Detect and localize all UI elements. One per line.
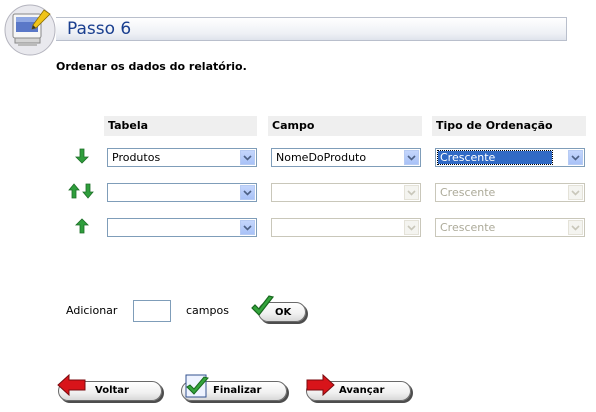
order-select-3[interactable]: Crescente bbox=[435, 218, 585, 237]
finish-button[interactable]: Finalizar bbox=[181, 374, 287, 401]
chevron-down-icon[interactable] bbox=[240, 220, 255, 235]
add-fields-label: Adicionar bbox=[66, 304, 118, 317]
checkmark-icon bbox=[249, 294, 275, 323]
chevron-down-icon[interactable] bbox=[568, 220, 583, 235]
field-select-3[interactable] bbox=[271, 218, 421, 237]
page-title: Passo 6 bbox=[67, 19, 132, 39]
column-header-table: Tabela bbox=[104, 116, 257, 136]
order-select-1-value: Crescente bbox=[437, 150, 553, 165]
chevron-down-icon[interactable] bbox=[240, 185, 255, 200]
chevron-down-icon[interactable] bbox=[568, 150, 583, 165]
chevron-down-icon[interactable] bbox=[568, 185, 583, 200]
chevron-down-icon[interactable] bbox=[240, 150, 255, 165]
chevron-down-icon[interactable] bbox=[404, 220, 419, 235]
add-fields-suffix: campos bbox=[186, 304, 229, 317]
ok-button[interactable]: OK bbox=[251, 295, 306, 322]
add-fields-count-input[interactable] bbox=[133, 300, 171, 322]
back-button[interactable]: Voltar bbox=[57, 373, 162, 401]
header-bar bbox=[56, 17, 567, 41]
order-select-3-value: Crescente bbox=[440, 221, 496, 234]
next-button-label: Avançar bbox=[339, 385, 385, 396]
page-subtitle: Ordenar os dados do relatório. bbox=[56, 60, 247, 73]
finish-button-label: Finalizar bbox=[213, 385, 262, 396]
column-header-field: Campo bbox=[268, 116, 422, 136]
order-select-2-value: Crescente bbox=[440, 186, 496, 199]
arrow-left-icon bbox=[57, 373, 87, 399]
back-button-label: Voltar bbox=[95, 385, 129, 396]
field-select-1-value: NomeDoProduto bbox=[276, 151, 367, 164]
table-select-3[interactable] bbox=[107, 218, 257, 237]
column-header-order: Tipo de Ordenação bbox=[432, 116, 586, 136]
chevron-down-icon[interactable] bbox=[404, 185, 419, 200]
chevron-down-icon[interactable] bbox=[404, 150, 419, 165]
table-select-1[interactable]: Produtos bbox=[107, 148, 257, 167]
table-select-1-value: Produtos bbox=[112, 151, 161, 164]
arrow-right-icon bbox=[305, 373, 335, 399]
computer-icon bbox=[4, 4, 56, 56]
order-select-2[interactable]: Crescente bbox=[435, 183, 585, 202]
field-select-2[interactable] bbox=[271, 183, 421, 202]
table-select-2[interactable] bbox=[107, 183, 257, 202]
arrow-down-icon bbox=[75, 148, 89, 168]
next-button[interactable]: Avançar bbox=[306, 373, 411, 401]
finish-document-icon bbox=[184, 373, 210, 402]
ok-button-label: OK bbox=[275, 307, 292, 318]
arrow-up-icon bbox=[75, 218, 89, 238]
field-select-1[interactable]: NomeDoProduto bbox=[271, 148, 421, 167]
order-select-1[interactable]: Crescente bbox=[435, 148, 585, 167]
arrow-up-down-icon bbox=[68, 183, 94, 203]
